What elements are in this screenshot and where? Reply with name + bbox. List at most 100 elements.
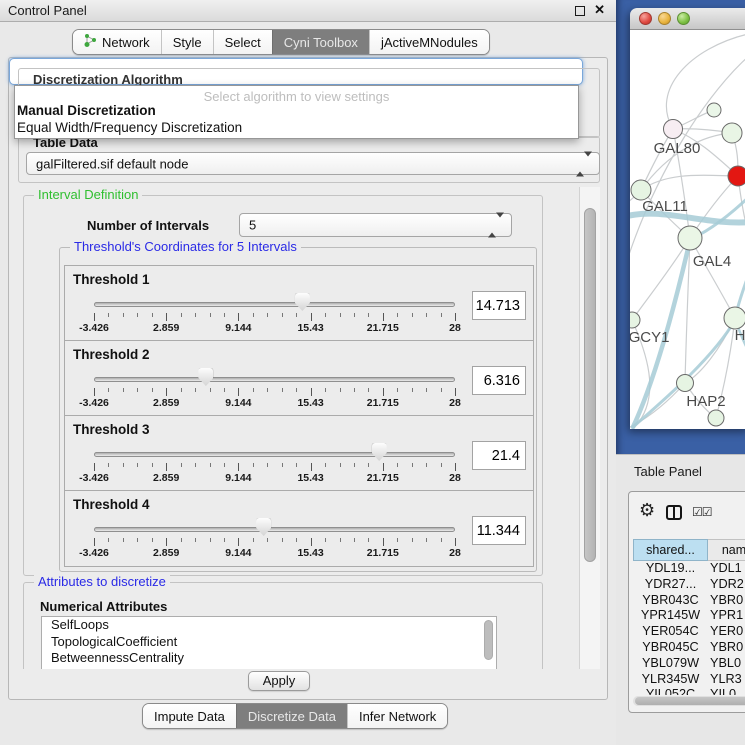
table-header-row: shared...name xyxy=(633,539,745,561)
number-of-intervals-combobox[interactable]: 5 xyxy=(239,213,512,237)
threshold-value-input[interactable] xyxy=(472,291,526,320)
table-row[interactable]: YBR045CYBR0 xyxy=(633,640,745,656)
close-traffic-light[interactable] xyxy=(639,12,652,25)
algorithm-placeholder-option[interactable]: Select algorithm to view settings xyxy=(15,86,578,103)
panel-vertical-scrollbar[interactable] xyxy=(579,187,600,669)
option-equal-width-frequency[interactable]: Equal Width/Frequency Discretization xyxy=(15,120,578,137)
slider-ticks xyxy=(94,313,455,322)
minimize-traffic-light[interactable] xyxy=(658,12,671,25)
scrollbar-thumb[interactable] xyxy=(635,697,745,705)
zoom-traffic-light[interactable] xyxy=(677,12,690,25)
network-edge xyxy=(690,238,735,318)
top-small-node[interactable] xyxy=(707,103,721,117)
threshold-slider-track[interactable] xyxy=(94,302,455,307)
table-row[interactable]: YLR345WYLR3 xyxy=(633,672,745,688)
threshold-slider-track[interactable] xyxy=(94,452,455,457)
select-checkboxes-icon[interactable]: ☑☑ xyxy=(692,505,712,519)
network-icon xyxy=(84,33,97,51)
slider-tick-labels: -3.4262.8599.14415.4321.71528 xyxy=(94,472,455,484)
tab-select[interactable]: Select xyxy=(213,30,272,54)
bottom-tab-discretize-data[interactable]: Discretize Data xyxy=(236,704,347,728)
gal11-node[interactable] xyxy=(631,180,651,200)
gal80-node[interactable] xyxy=(664,120,683,139)
attributes-list-scrollbar[interactable] xyxy=(484,620,493,660)
gcy1-node[interactable] xyxy=(630,312,640,328)
interval-definition-title: Interval Definition xyxy=(34,187,142,202)
threshold-panel-3: Threshold 3 -3.4262.8599.14415.4321.71528 xyxy=(65,416,533,491)
threshold-value-input[interactable] xyxy=(472,516,526,545)
threshold-panel-1: Threshold 1-3.4262.8599.14415.4321.71528 xyxy=(65,266,533,341)
close-icon[interactable]: ✕ xyxy=(594,2,605,18)
table-horizontal-scrollbar[interactable] xyxy=(633,696,745,706)
columns-icon[interactable] xyxy=(666,505,682,520)
threshold-slider-thumb[interactable] xyxy=(256,518,271,536)
option-manual-discretization[interactable]: Manual Discretization xyxy=(15,103,578,120)
tab-network[interactable]: Network xyxy=(73,30,161,54)
table-cell: YBR0 xyxy=(708,640,745,656)
table-cell: YPR145W xyxy=(633,608,708,624)
tab-style[interactable]: Style xyxy=(161,30,213,54)
h-node[interactable] xyxy=(724,307,745,329)
table-panel-region: Table Panel ⚙ ☑☑ shared...name YDL19...Y… xyxy=(616,454,745,745)
attributes-group-title: Attributes to discretize xyxy=(34,574,170,589)
hap2-node[interactable] xyxy=(677,375,694,392)
bottom-node[interactable] xyxy=(708,410,724,426)
table-panel-title: Table Panel xyxy=(634,464,702,479)
threshold-slider-thumb[interactable] xyxy=(198,368,213,386)
table-cell: YBR0 xyxy=(708,593,745,609)
bottom-tab-infer-network[interactable]: Infer Network xyxy=(347,704,447,728)
column-header-name[interactable]: name xyxy=(708,539,745,561)
table-row[interactable]: YIL052CYIL0 xyxy=(633,687,745,695)
threshold-label: Threshold 2 xyxy=(73,347,150,362)
table-row[interactable]: YBR043CYBR0 xyxy=(633,593,745,609)
threshold-slider-track[interactable] xyxy=(94,377,455,382)
attribute-list-item[interactable]: TopologicalCoefficient xyxy=(42,634,496,651)
slider-tick-labels: -3.4262.8599.14415.4321.71528 xyxy=(94,547,455,559)
threshold-label: Threshold 4 xyxy=(73,497,150,512)
node-label-hap2: HAP2 xyxy=(686,393,725,410)
threshold-slider-track[interactable] xyxy=(94,527,455,532)
table-row[interactable]: YDL19...YDL1 xyxy=(633,561,745,577)
scrollbar-thumb[interactable] xyxy=(584,208,596,562)
table-data-selected-value: galFiltered.sif default node xyxy=(36,156,188,171)
float-window-icon[interactable] xyxy=(575,6,585,16)
threshold-slider-thumb[interactable] xyxy=(295,293,310,311)
bottom-tab-impute-data[interactable]: Impute Data xyxy=(143,704,236,728)
apply-button[interactable]: Apply xyxy=(248,671,310,691)
combo-spinner-icon xyxy=(576,156,592,171)
slider-ticks xyxy=(94,538,455,547)
threshold-slider-thumb[interactable] xyxy=(372,443,387,461)
upper-right-node[interactable] xyxy=(722,123,742,143)
attribute-list-item[interactable]: BetweennessCentrality xyxy=(42,650,496,667)
interval-definition-group: Interval Definition Number of Intervals … xyxy=(23,195,543,576)
table-cell: YLR345W xyxy=(633,672,708,688)
table-row[interactable]: YPR145WYPR1 xyxy=(633,608,745,624)
slider-ticks xyxy=(94,463,455,472)
slider-tick-labels: -3.4262.8599.14415.4321.71528 xyxy=(94,322,455,334)
number-of-intervals-value: 5 xyxy=(249,218,256,233)
gal4-node[interactable] xyxy=(678,226,702,250)
column-header-shared[interactable]: shared... xyxy=(633,539,708,561)
slider-ticks xyxy=(94,388,455,397)
numerical-attributes-list[interactable]: SelfLoopsTopologicalCoefficientBetweenne… xyxy=(41,616,497,669)
threshold-value-input[interactable] xyxy=(472,366,526,395)
bottom-tab-label: Infer Network xyxy=(359,709,436,724)
network-canvas[interactable]: GAL80GAL11GAL4GCY1HHAP2 xyxy=(630,30,745,429)
tab-jactivemnodules[interactable]: jActiveMNodules xyxy=(369,30,489,54)
window-title: Control Panel xyxy=(8,3,87,18)
threshold-label: Threshold 3 xyxy=(73,422,150,437)
threshold-value-input[interactable] xyxy=(472,441,526,470)
tab-cyni-toolbox[interactable]: Cyni Toolbox xyxy=(272,30,369,54)
algorithm-dropdown-popup: Select algorithm to view settings Manual… xyxy=(14,85,579,139)
gear-icon[interactable]: ⚙ xyxy=(639,500,655,521)
attribute-list-item[interactable]: SelfLoops xyxy=(42,617,496,634)
settings-scroll-viewport: Interval Definition Number of Intervals … xyxy=(18,187,579,669)
table-data-combobox[interactable]: galFiltered.sif default node xyxy=(26,152,600,175)
table-cell: YBL079W xyxy=(633,656,708,672)
table-row[interactable]: YER054CYER0 xyxy=(633,624,745,640)
bottom-tab-label: Discretize Data xyxy=(248,709,336,724)
table-row[interactable]: YBL079WYBL0 xyxy=(633,656,745,672)
red-node[interactable] xyxy=(728,166,745,186)
table-row[interactable]: YDR27...YDR2 xyxy=(633,577,745,593)
table-cell: YBL0 xyxy=(708,656,745,672)
